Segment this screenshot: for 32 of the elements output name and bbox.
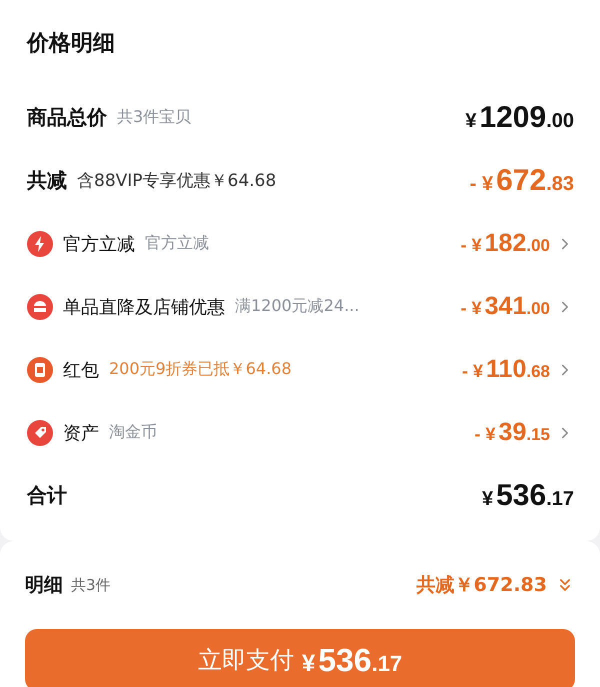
discount-amount: - ¥110.68 bbox=[462, 355, 550, 384]
discount-row[interactable]: 资产 淘金币 - ¥39.15 bbox=[27, 401, 574, 464]
lightning-icon bbox=[27, 230, 53, 256]
row-label: 合计 bbox=[27, 482, 67, 509]
discount-row[interactable]: 红包 200元9折券已抵￥64.68 - ¥110.68 bbox=[27, 338, 574, 401]
row-note: 官方立减 bbox=[145, 233, 209, 254]
discount-amount: - ¥39.15 bbox=[474, 418, 550, 447]
total-price: ¥536.17 bbox=[482, 478, 574, 512]
row-note: 满1200元减24... bbox=[235, 296, 360, 317]
row-label: 资产 bbox=[63, 422, 99, 444]
tag-icon bbox=[27, 420, 53, 446]
discount-amount: - ¥182.00 bbox=[460, 229, 550, 258]
row-note: 200元9折券已抵￥64.68 bbox=[109, 359, 292, 380]
item-count: 共3件 bbox=[71, 576, 112, 594]
row-note: 共3件宝贝 bbox=[117, 107, 192, 128]
discount-amount: - ¥341.00 bbox=[460, 292, 550, 321]
section-title: 价格明细 bbox=[27, 30, 116, 58]
envelope-icon bbox=[27, 356, 53, 382]
detail-label: 明细 bbox=[25, 573, 63, 598]
row-label: 红包 bbox=[63, 358, 99, 382]
row-label: 共减 bbox=[27, 167, 67, 194]
discount-row[interactable]: 官方立减 官方立减 - ¥182.00 bbox=[27, 212, 574, 275]
discount-amount: - ¥672.83 bbox=[470, 164, 574, 198]
row-label: 商品总价 bbox=[27, 104, 107, 131]
row-label: 单品直降及店铺优惠 bbox=[63, 296, 225, 318]
row-note: 淘金币 bbox=[109, 422, 157, 443]
row-label: 官方立减 bbox=[63, 232, 135, 256]
price: ¥1209.00 bbox=[465, 100, 574, 134]
store-icon bbox=[27, 294, 53, 320]
discount-row[interactable]: 单品直降及店铺优惠 满1200元减24... - ¥341.00 bbox=[27, 275, 574, 338]
row-note: 含88VIP专享优惠￥64.68 bbox=[77, 170, 276, 192]
total-saving: 共减￥672.83 bbox=[416, 573, 547, 598]
